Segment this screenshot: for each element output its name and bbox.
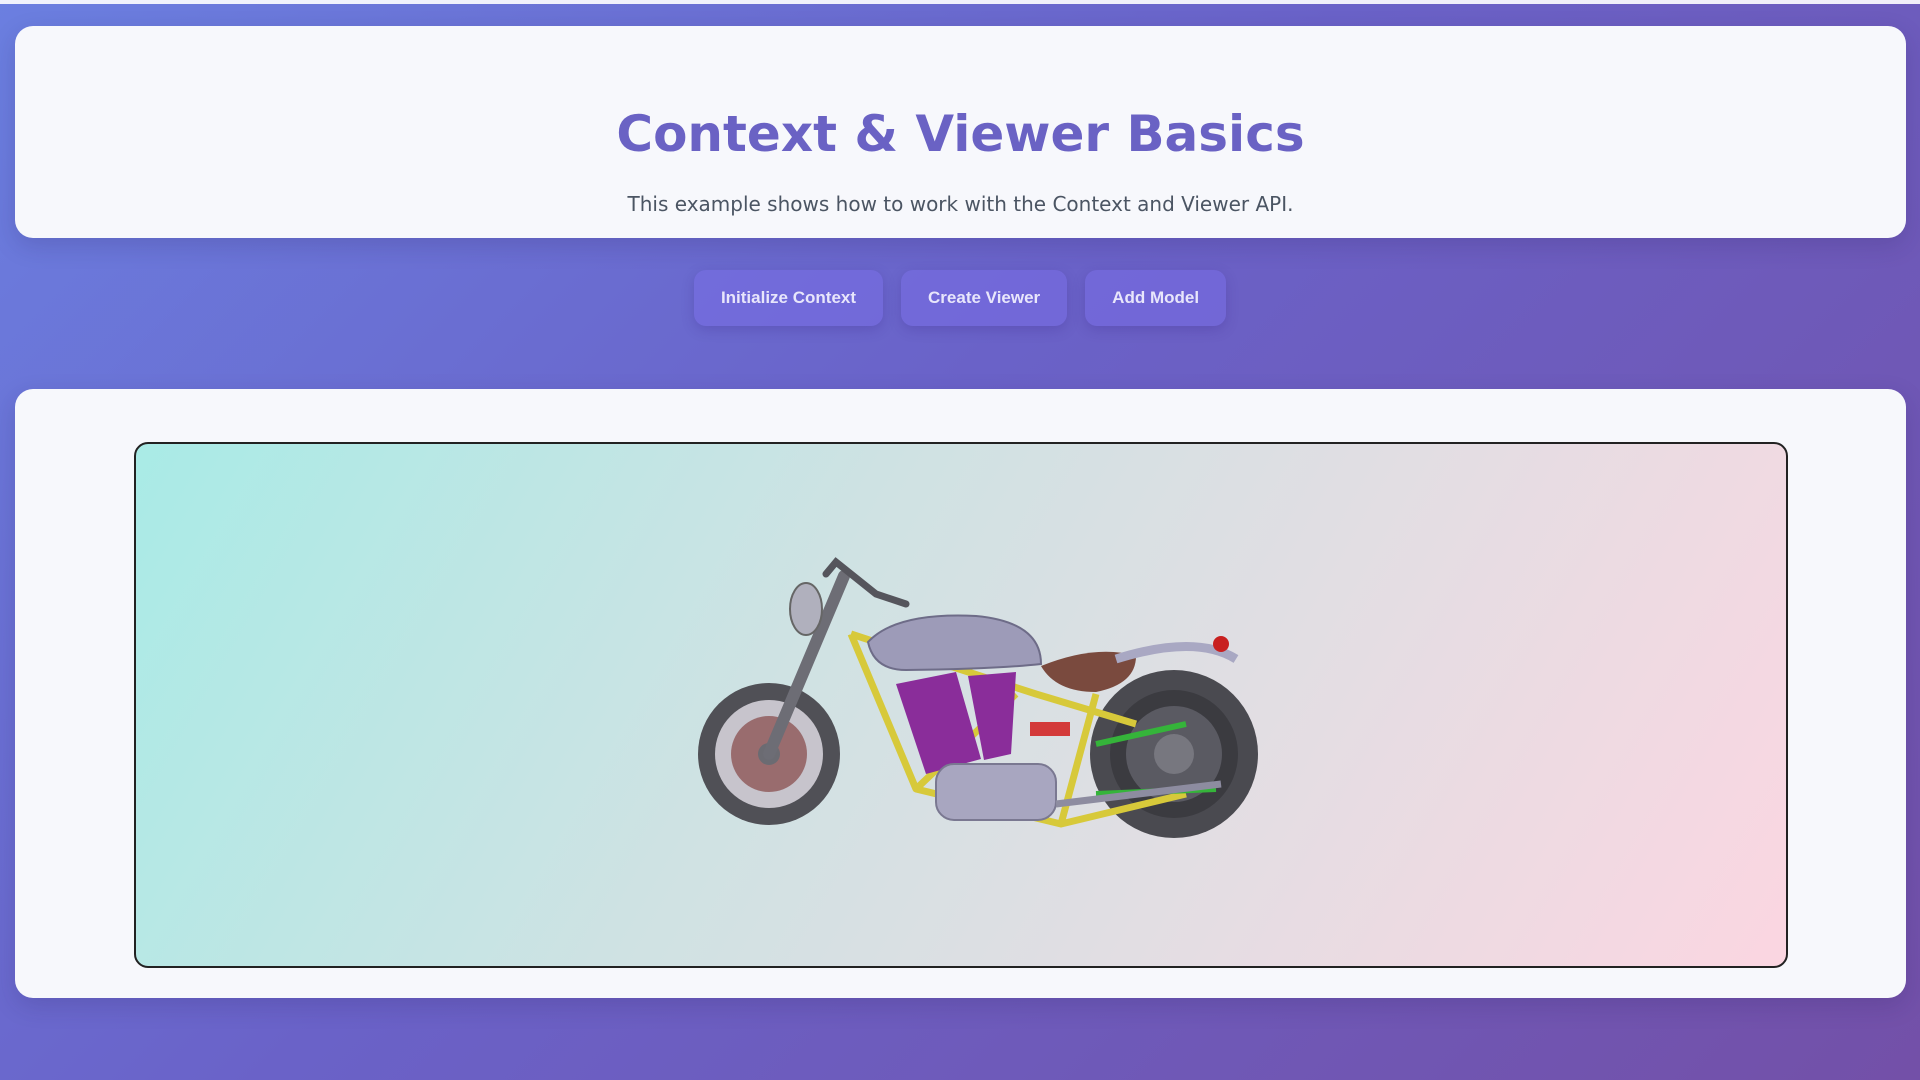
fuel-tank: [866, 614, 1043, 672]
add-model-button[interactable]: Add Model: [1085, 270, 1227, 326]
tail-light: [1213, 636, 1229, 652]
window-top-edge: [0, 0, 1920, 4]
initialize-context-button[interactable]: Initialize Context: [693, 270, 884, 326]
header-card: Context & Viewer Basics This example sho…: [15, 26, 1906, 238]
headlight: [789, 582, 823, 636]
page-subtitle: This example shows how to work with the …: [627, 192, 1294, 216]
engine-cylinders: [896, 672, 1016, 774]
engine-case: [935, 763, 1057, 821]
create-viewer-button[interactable]: Create Viewer: [901, 270, 1068, 326]
rear-shock: [1030, 722, 1070, 736]
action-toolbar: Initialize Context Create Viewer Add Mod…: [0, 270, 1920, 326]
page-title: Context & Viewer Basics: [616, 105, 1305, 163]
motorcycle-model: [698, 557, 1258, 838]
3d-viewer-canvas[interactable]: [134, 442, 1788, 968]
